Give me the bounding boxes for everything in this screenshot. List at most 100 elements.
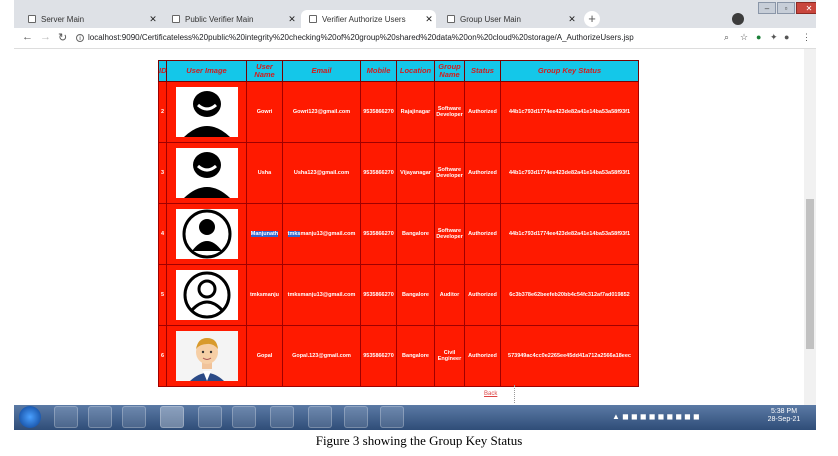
tray-icons[interactable]: ▲ ◼ ◼ ◼ ◼ ◼ ◼ ◼ ◼ ◼	[612, 412, 700, 421]
authorized-users-table: ID User Image User Name Email Mobile Loc…	[158, 60, 639, 387]
address-bar: ← → ↻ i localhost:9090/Certificateless%20…	[14, 28, 816, 49]
chrome-icon[interactable]	[160, 406, 184, 428]
system-tray: ▲ ◼ ◼ ◼ ◼ ◼ ◼ ◼ ◼ ◼	[612, 407, 762, 427]
bookmark-star-icon[interactable]: ☆	[740, 32, 748, 43]
cell-user-name: Manjunath	[246, 203, 283, 265]
cell-location: Vijayanagar	[396, 142, 435, 204]
cell-user-name: Usha	[246, 142, 283, 204]
header-user-image: User Image	[166, 60, 247, 82]
close-icon[interactable]: ✕	[422, 14, 436, 25]
page-content: ID User Image User Name Email Mobile Loc…	[14, 49, 804, 405]
table-row: 3 Usha Usha123@gmail.com 9535866270 Vija…	[158, 142, 639, 204]
back-link[interactable]: Back	[484, 391, 497, 397]
cell-mobile: 9535866270	[360, 142, 397, 204]
cell-id: 3	[158, 142, 167, 204]
header-user-name: User Name	[246, 60, 283, 82]
window-close-icon[interactable]: ✕	[796, 2, 816, 14]
profile-icon[interactable]	[732, 13, 744, 25]
figure-caption: Figure 3 showing the Group Key Status	[315, 433, 523, 448]
cell-email: tmksmanju13@gmail.com	[282, 203, 361, 265]
cell-group-key: 573949ac4cc0e2265ee45dd41a712a2566a18eec	[500, 325, 639, 387]
screen-capture-icon[interactable]	[380, 406, 404, 428]
header-mobile: Mobile	[360, 60, 397, 82]
info-icon[interactable]: i	[76, 33, 84, 42]
selected-text: tmks	[287, 231, 301, 237]
zoom-icon[interactable]: ⌕	[724, 32, 729, 43]
cell-mobile: 9535866270	[360, 203, 397, 265]
eclipse-icon[interactable]	[308, 406, 332, 428]
cell-email: Usha123@gmail.com	[282, 142, 361, 204]
tab-group-user-main[interactable]: Group User Main ✕	[439, 10, 579, 28]
cell-group-name: Software Developer	[434, 203, 465, 265]
close-icon[interactable]: ✕	[146, 14, 160, 25]
cell-user-name: Gopal	[246, 325, 283, 387]
selected-text: Manjunath	[250, 231, 279, 237]
cell-id: 5	[158, 264, 167, 326]
tab-verifier-authorize-users[interactable]: Verifier Authorize Users ✕	[301, 10, 436, 28]
table-row: 2 Gowri Gowri123@gmail.com 9535866270 Ra…	[158, 81, 639, 143]
cell-status: Authorized	[464, 142, 501, 204]
clock-time: 5:38 PM	[770, 408, 798, 415]
start-button[interactable]	[19, 406, 41, 428]
header-location: Location	[396, 60, 435, 82]
maximize-icon[interactable]: ▫	[777, 2, 795, 14]
table-row: 5 tmksmanju tmksmanju13@gmail.com 953586…	[158, 264, 639, 326]
extensions-icon[interactable]: ✦	[770, 32, 778, 43]
cell-group-key: 44b1c793d1774ee423de82a41e14ba53a58f93f1	[500, 203, 639, 265]
page-icon	[28, 15, 36, 23]
tab-strip: Server Main ✕ Public Verifier Main ✕ Ver…	[14, 0, 816, 28]
smiley-avatar-icon	[175, 87, 238, 137]
smiley-avatar-icon	[175, 148, 238, 198]
tab-title: Public Verifier Main	[185, 14, 254, 24]
businessman-avatar-icon	[175, 331, 238, 381]
reload-icon[interactable]: ↻	[58, 31, 67, 44]
cell-mobile: 9535866270	[360, 325, 397, 387]
cell-user-image	[166, 264, 247, 326]
table-row: 4 Manjunath tmksmanju13@gmail.com 953586…	[158, 203, 639, 265]
cell-user-image	[166, 81, 247, 143]
ie-icon[interactable]	[54, 406, 78, 428]
vertical-scrollbar[interactable]	[804, 49, 816, 405]
forward-arrow-icon[interactable]: →	[40, 31, 51, 43]
paint-icon[interactable]	[270, 406, 294, 428]
window-controls: – ▫ ✕	[758, 2, 816, 14]
cell-group-key: 6c3b378e62beefeb20bb4c54fc312af7ad019852	[500, 264, 639, 326]
cell-group-key: 44b1c793d1774ee423de82a41e14ba53a58f93f1	[500, 81, 639, 143]
table-row: 6 Gopal Gopal.123@gmail.com 9535866270 B…	[158, 325, 639, 387]
cell-location: Bangalore	[396, 203, 435, 265]
browser-window: Server Main ✕ Public Verifier Main ✕ Ver…	[14, 0, 816, 430]
tab-public-verifier-main[interactable]: Public Verifier Main ✕	[164, 10, 299, 28]
url-text: localhost:9090/Certificateless%20public%…	[88, 33, 634, 42]
account-icon[interactable]: ●	[784, 32, 789, 42]
media-player-icon[interactable]	[88, 406, 112, 428]
notepad-icon[interactable]	[232, 406, 256, 428]
shield-icon[interactable]: ●	[756, 32, 761, 42]
close-icon[interactable]: ✕	[285, 14, 299, 25]
file-explorer-icon[interactable]	[198, 406, 222, 428]
new-tab-button[interactable]: +	[584, 11, 600, 27]
clock[interactable]: 5:38 PM 28-Sep-21	[764, 408, 804, 424]
minimize-icon[interactable]: –	[758, 2, 776, 14]
header-email: Email	[282, 60, 361, 82]
cell-email: tmksmanju13@gmail.com	[282, 264, 361, 326]
url-field[interactable]: i localhost:9090/Certificateless%20public…	[76, 31, 716, 45]
cell-location: Bangalore	[396, 264, 435, 326]
cell-id: 6	[158, 325, 167, 387]
firefox-icon[interactable]	[122, 406, 146, 428]
table-header-row: ID User Image User Name Email Mobile Loc…	[158, 60, 639, 82]
cell-status: Authorized	[464, 325, 501, 387]
pdf-reader-icon[interactable]	[344, 406, 368, 428]
tab-server-main[interactable]: Server Main ✕	[20, 10, 160, 28]
taskbar: ▲ ◼ ◼ ◼ ◼ ◼ ◼ ◼ ◼ ◼ 5:38 PM 28-Sep-21	[14, 405, 816, 430]
divider	[514, 385, 516, 403]
scrollbar-thumb[interactable]	[806, 199, 814, 349]
back-arrow-icon[interactable]: ←	[22, 31, 33, 43]
menu-icon[interactable]: ⋮	[802, 32, 811, 43]
tab-title: Group User Main	[460, 14, 521, 24]
cell-status: Authorized	[464, 203, 501, 265]
close-icon[interactable]: ✕	[565, 14, 579, 25]
cell-group-name: Software Developer	[434, 81, 465, 143]
tab-title: Server Main	[41, 14, 85, 24]
cell-email: Gopal.123@gmail.com	[282, 325, 361, 387]
cell-location: Bangalore	[396, 325, 435, 387]
